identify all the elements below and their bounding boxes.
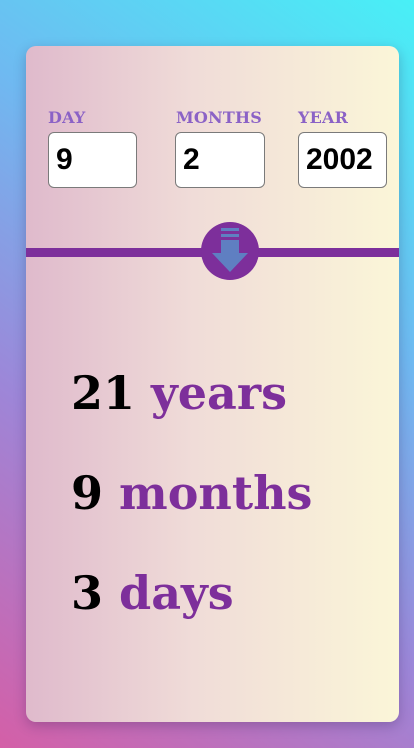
year-label: YEAR [298, 108, 349, 127]
arrow-down-icon [212, 228, 248, 272]
age-calculator-card: DAY MONTHS YEAR 21 years 9 months 3 days [26, 46, 399, 722]
months-unit: months [119, 466, 313, 520]
result-days: 3 days [71, 566, 234, 620]
years-value: 21 [71, 366, 136, 420]
calculate-button[interactable] [201, 222, 259, 280]
day-label: DAY [48, 108, 86, 127]
months-label: MONTHS [176, 108, 263, 127]
days-value: 3 [71, 566, 104, 620]
result-months: 9 months [71, 466, 312, 520]
days-unit: days [119, 566, 234, 620]
result-years: 21 years [71, 366, 287, 420]
day-input[interactable] [48, 132, 137, 188]
year-input[interactable] [298, 132, 387, 188]
years-unit: years [151, 366, 287, 420]
months-input[interactable] [175, 132, 265, 188]
months-value: 9 [71, 466, 104, 520]
